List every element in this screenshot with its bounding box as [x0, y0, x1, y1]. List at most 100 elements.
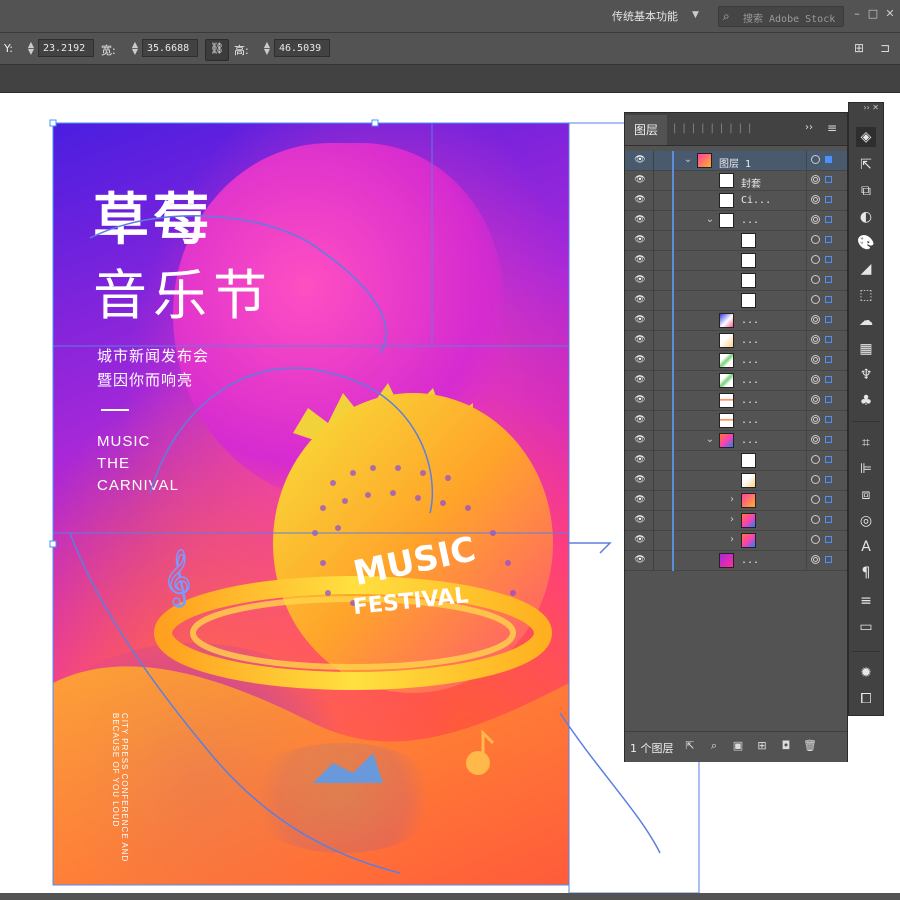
new-layer-icon[interactable]: ◘: [779, 739, 793, 753]
target-icon[interactable]: [811, 255, 820, 264]
chevron-right-icon[interactable]: ›: [727, 514, 737, 526]
layer-name[interactable]: ...: [741, 215, 759, 226]
visibility-eye-icon[interactable]: 👁: [633, 294, 647, 306]
layer-row[interactable]: 👁 ›: [625, 531, 847, 551]
target-icon[interactable]: [811, 435, 820, 444]
visibility-eye-icon[interactable]: 👁: [633, 154, 647, 166]
chevron-down-icon[interactable]: ⌄: [705, 434, 715, 446]
visibility-eye-icon[interactable]: 👁: [633, 434, 647, 446]
target-icon[interactable]: [811, 495, 820, 504]
selection-square-icon[interactable]: [825, 376, 832, 383]
lock-column[interactable]: [653, 251, 654, 271]
palette-icon[interactable]: 🎨: [856, 233, 876, 253]
layer-row[interactable]: 👁 ›: [625, 491, 847, 511]
workspace-switcher[interactable]: 传统基本功能: [612, 8, 678, 24]
chevron-down-icon[interactable]: ▼: [692, 10, 699, 20]
grid-icon[interactable]: ▦: [856, 339, 876, 359]
selection-square-icon[interactable]: [825, 396, 832, 403]
brightness-icon[interactable]: ✹: [856, 663, 876, 683]
layer-row[interactable]: 👁: [625, 251, 847, 271]
target-icon[interactable]: [811, 415, 820, 424]
target-icon[interactable]: [811, 555, 820, 564]
layer-row[interactable]: 👁 封套: [625, 171, 847, 191]
new-sublayer-icon[interactable]: ⊞: [755, 739, 769, 753]
target-icon[interactable]: [811, 295, 820, 304]
target-icon[interactable]: [811, 215, 820, 224]
layer-row[interactable]: 👁 ⌄...: [625, 211, 847, 231]
lock-column[interactable]: [653, 171, 654, 191]
selection-square-icon[interactable]: [825, 436, 832, 443]
align-icon[interactable]: ⌗: [856, 433, 876, 453]
horizontal-scrollbar[interactable]: [0, 893, 900, 900]
layer-row[interactable]: 👁...: [625, 351, 847, 371]
layer-row[interactable]: 👁 Ci...: [625, 191, 847, 211]
lock-column[interactable]: [653, 551, 654, 571]
panel-options-icon[interactable]: ⊐: [878, 41, 892, 55]
visibility-eye-icon[interactable]: 👁: [633, 214, 647, 226]
visibility-eye-icon[interactable]: 👁: [633, 174, 647, 186]
lock-column[interactable]: [653, 231, 654, 251]
layer-row[interactable]: 👁...: [625, 371, 847, 391]
make-clipping-mask-icon[interactable]: ▣: [731, 739, 745, 753]
tab-layers[interactable]: 图层: [625, 115, 667, 145]
lock-column[interactable]: [653, 371, 654, 391]
layer-name[interactable]: ...: [741, 555, 759, 566]
layer-row[interactable]: 👁: [625, 271, 847, 291]
selection-square-icon[interactable]: [825, 356, 832, 363]
panel-more-icon[interactable]: ››: [805, 122, 813, 133]
lock-column[interactable]: [653, 431, 654, 451]
target-icon[interactable]: [811, 315, 820, 324]
layer-name[interactable]: ...: [741, 315, 759, 326]
lock-column[interactable]: [653, 491, 654, 511]
visibility-eye-icon[interactable]: 👁: [633, 354, 647, 366]
swatch-icon[interactable]: ▭: [856, 617, 876, 637]
height-field[interactable]: 46.5039: [274, 39, 330, 57]
selection-square-icon[interactable]: [825, 336, 832, 343]
visibility-eye-icon[interactable]: 👁: [633, 274, 647, 286]
selection-square-icon[interactable]: [825, 476, 832, 483]
lock-column[interactable]: [653, 411, 654, 431]
puppet-icon[interactable]: ♆: [856, 365, 876, 385]
selection-square-icon[interactable]: [825, 156, 832, 163]
layer-row[interactable]: 👁: [625, 451, 847, 471]
layer-name[interactable]: ...: [741, 355, 759, 366]
layer-name[interactable]: ...: [741, 415, 759, 426]
export-icon[interactable]: ⇱: [683, 739, 697, 753]
height-stepper-icon[interactable]: ▲ ▼: [262, 41, 272, 57]
layer-row[interactable]: 👁...: [625, 551, 847, 571]
layer-row[interactable]: 👁...: [625, 331, 847, 351]
transform-icon[interactable]: ⧉: [856, 181, 876, 201]
target-icon[interactable]: [811, 395, 820, 404]
layer-name[interactable]: 封套: [741, 175, 761, 190]
selection-square-icon[interactable]: [825, 236, 832, 243]
target-icon[interactable]: [811, 195, 820, 204]
visibility-eye-icon[interactable]: 👁: [633, 454, 647, 466]
club-icon[interactable]: ♣: [856, 391, 876, 411]
lock-column[interactable]: [653, 511, 654, 531]
target-icon[interactable]: [811, 535, 820, 544]
lock-column[interactable]: [653, 391, 654, 411]
visibility-eye-icon[interactable]: 👁: [633, 194, 647, 206]
visibility-eye-icon[interactable]: 👁: [633, 394, 647, 406]
lock-column[interactable]: [653, 311, 654, 331]
layer-row[interactable]: 👁: [625, 291, 847, 311]
layer-row[interactable]: 👁...: [625, 311, 847, 331]
layer-row[interactable]: 👁...: [625, 411, 847, 431]
dock-collapse-icon[interactable]: ›› ✕: [849, 103, 883, 117]
visibility-eye-icon[interactable]: 👁: [633, 234, 647, 246]
export-icon[interactable]: ⇱: [856, 155, 876, 175]
target-icon[interactable]: [811, 155, 820, 164]
visibility-eye-icon[interactable]: 👁: [633, 314, 647, 326]
selection-square-icon[interactable]: [825, 536, 832, 543]
close-icon[interactable]: ✕: [883, 7, 897, 21]
visibility-eye-icon[interactable]: 👁: [633, 534, 647, 546]
target-icon[interactable]: [811, 275, 820, 284]
lock-column[interactable]: [653, 291, 654, 311]
visibility-eye-icon[interactable]: 👁: [633, 474, 647, 486]
y-stepper-icon[interactable]: ▲ ▼: [26, 41, 36, 57]
constrain-proportions-icon[interactable]: ⛓: [205, 39, 229, 61]
search-icon[interactable]: ⌕: [707, 739, 721, 753]
selection-square-icon[interactable]: [825, 196, 832, 203]
layer-name[interactable]: ...: [741, 335, 759, 346]
target-icon[interactable]: [811, 475, 820, 484]
